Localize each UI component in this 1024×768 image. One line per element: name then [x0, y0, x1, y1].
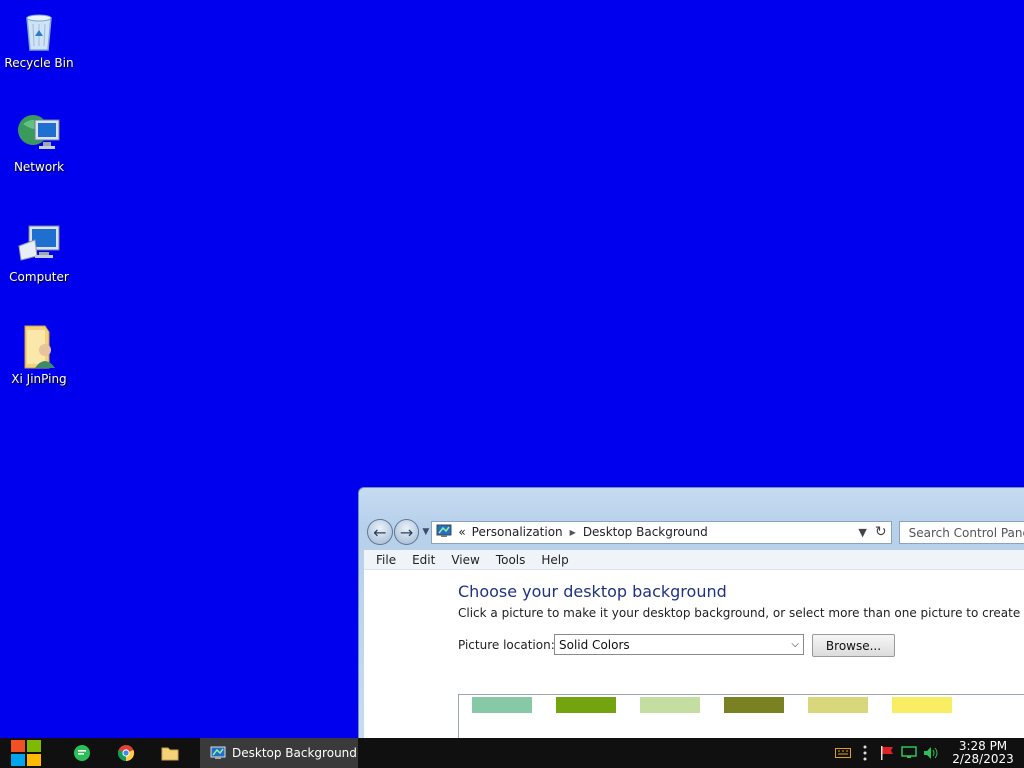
- menu-bar: File Edit View Tools Help: [364, 550, 1024, 570]
- user-folder-icon: [15, 322, 63, 370]
- breadcrumb-overflow[interactable]: «: [458, 525, 465, 539]
- keyboard-icon[interactable]: [832, 738, 854, 768]
- taskbar: Desktop Background 3:28 PM 2/28/2023: [0, 738, 1024, 768]
- menu-help[interactable]: Help: [541, 553, 568, 567]
- desktop-icon-recycle-bin[interactable]: Recycle Bin: [0, 6, 78, 70]
- color-swatch[interactable]: [556, 697, 616, 713]
- desktop-background-window: ← → ▼ « Personalization ▶ Desktop Backgr…: [358, 487, 1024, 747]
- breadcrumb-desktop-background[interactable]: Desktop Background: [583, 525, 708, 539]
- chat-app-button[interactable]: [60, 738, 104, 768]
- menu-edit[interactable]: Edit: [412, 553, 435, 567]
- network-icon: [15, 110, 63, 158]
- color-swatch[interactable]: [808, 697, 868, 713]
- network-status-icon[interactable]: [898, 738, 920, 768]
- color-swatch[interactable]: [640, 697, 700, 713]
- picture-location-label: Picture location:: [458, 638, 555, 652]
- control-panel-icon: [210, 746, 226, 759]
- window-content: Choose your desktop background Click a p…: [364, 570, 1024, 746]
- refresh-icon[interactable]: ↻: [875, 524, 887, 540]
- system-tray: 3:28 PM 2/28/2023: [832, 738, 1024, 768]
- menu-tools[interactable]: Tools: [496, 553, 526, 567]
- back-arrow-icon: ←: [373, 522, 387, 542]
- address-toolbar: ← → ▼ « Personalization ▶ Desktop Backgr…: [367, 518, 1024, 546]
- file-explorer-button[interactable]: [148, 738, 192, 768]
- color-swatch[interactable]: [724, 697, 784, 713]
- control-panel-icon: [436, 524, 452, 541]
- taskbar-item-desktop-background[interactable]: Desktop Background: [200, 738, 358, 768]
- desktop-icon-label: Computer: [9, 270, 69, 284]
- page-title: Choose your desktop background: [458, 582, 727, 601]
- page-description: Click a picture to make it your desktop …: [458, 606, 1024, 620]
- back-button[interactable]: ←: [367, 519, 393, 545]
- system-clock[interactable]: 3:28 PM 2/28/2023: [942, 740, 1024, 766]
- browse-button[interactable]: Browse...: [812, 634, 895, 657]
- menu-view[interactable]: View: [451, 553, 479, 567]
- menu-file[interactable]: File: [376, 553, 396, 567]
- color-swatch[interactable]: [892, 697, 952, 713]
- picture-location-select[interactable]: Solid Colors ⌵: [554, 634, 804, 655]
- chrome-button[interactable]: [104, 738, 148, 768]
- taskbar-item-label: Desktop Background: [232, 746, 357, 760]
- chevron-down-icon: ⌵: [791, 639, 799, 650]
- search-control-panel-input[interactable]: Search Control Panel: [898, 520, 1024, 544]
- picture-location-value: Solid Colors: [559, 637, 630, 652]
- windows-logo-icon: [11, 740, 41, 766]
- more-options-icon[interactable]: [854, 738, 876, 768]
- desktop-icon-network[interactable]: Network: [0, 110, 78, 174]
- address-bar[interactable]: « Personalization ▶ Desktop Background ▼…: [431, 520, 892, 544]
- desktop-icon-computer[interactable]: Computer: [0, 220, 78, 284]
- chat-app-icon: [74, 745, 90, 761]
- address-dropdown-icon[interactable]: ▼: [858, 526, 866, 539]
- volume-icon[interactable]: [920, 738, 942, 768]
- forward-button[interactable]: →: [393, 519, 420, 545]
- desktop-icon-label: Xi JinPing: [11, 372, 67, 386]
- color-swatch[interactable]: [472, 697, 532, 713]
- breadcrumb-personalization[interactable]: Personalization: [472, 525, 563, 539]
- recycle-bin-icon: [15, 6, 63, 54]
- breadcrumb-separator-icon[interactable]: ▶: [570, 528, 576, 537]
- desktop-icon-user-folder[interactable]: Xi JinPing: [0, 322, 78, 386]
- chrome-icon: [117, 745, 135, 762]
- action-center-flag-icon[interactable]: [876, 738, 898, 768]
- start-button[interactable]: [0, 738, 52, 768]
- computer-icon: [15, 220, 63, 268]
- desktop-icon-label: Recycle Bin: [4, 56, 74, 70]
- forward-arrow-icon: →: [399, 522, 414, 542]
- desktop-icon-label: Network: [13, 160, 65, 174]
- recent-pages-dropdown-icon[interactable]: ▼: [422, 527, 429, 537]
- clock-date: 2/28/2023: [952, 752, 1014, 766]
- folder-icon: [161, 747, 179, 761]
